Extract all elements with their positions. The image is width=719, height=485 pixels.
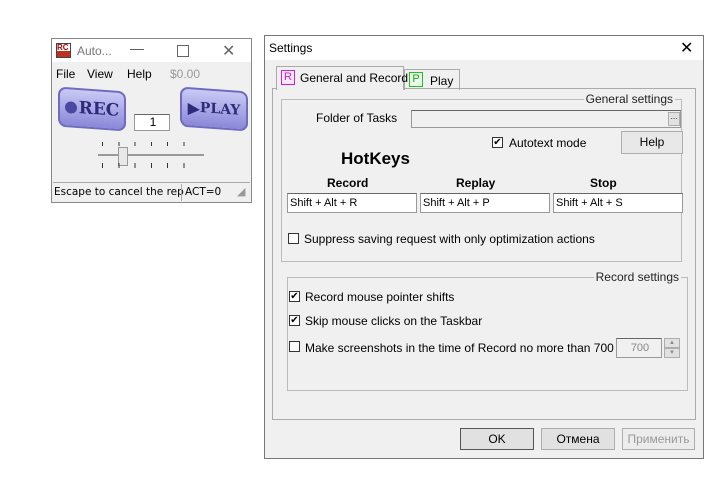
- cancel-button[interactable]: Отмена: [541, 428, 615, 450]
- hotkeys-heading: HotKeys: [341, 149, 410, 168]
- ok-button[interactable]: OK: [460, 428, 534, 450]
- suppress-label: Suppress saving request with only optimi…: [304, 232, 595, 246]
- rec-button[interactable]: REC: [58, 86, 126, 132]
- minimize-button[interactable]: —: [130, 40, 144, 56]
- dialog-title-bar: Settings ✕: [265, 36, 703, 60]
- maximize-button[interactable]: [177, 45, 189, 57]
- title-bar: RC Auto... — ✕: [52, 39, 251, 62]
- menu-view[interactable]: View: [87, 67, 113, 81]
- screenshots-checkbox[interactable]: [289, 341, 300, 352]
- folder-input[interactable]: [411, 110, 681, 128]
- app-icon: RC: [56, 43, 71, 58]
- status-bar: Escape to cancel the rep ACT=0 ◢: [53, 182, 250, 202]
- stop-hotkey-label: Stop: [590, 176, 617, 190]
- main-window: RC Auto... — ✕ File View Help $0.00 REC …: [51, 38, 252, 203]
- tab-play[interactable]: P Play: [404, 69, 460, 90]
- dialog-title: Settings: [269, 41, 313, 55]
- ms-input[interactable]: 700: [616, 338, 662, 358]
- record-hotkey-input[interactable]: Shift + Alt + R: [287, 193, 417, 213]
- autotext-label: Autotext mode: [509, 136, 587, 150]
- help-button[interactable]: Help: [621, 131, 683, 154]
- menu-file[interactable]: File: [56, 67, 75, 81]
- apply-button[interactable]: Применить: [622, 428, 695, 450]
- settings-dialog: Settings ✕ R General and Record P Play G…: [264, 35, 704, 459]
- autotext-checkbox[interactable]: ✔: [492, 137, 503, 148]
- stop-hotkey-input[interactable]: Shift + Alt + S: [553, 193, 683, 213]
- act-counter: ACT=0: [185, 186, 222, 198]
- balance: $0.00: [170, 67, 201, 81]
- browse-button[interactable]: ...: [668, 112, 680, 126]
- play-icon: ▶: [187, 97, 200, 118]
- skip-taskbar-clicks-checkbox[interactable]: ✔: [289, 315, 300, 326]
- record-hotkey-label: Record: [327, 176, 369, 190]
- replay-hotkey-label: Replay: [456, 176, 496, 190]
- menu-help[interactable]: Help: [127, 67, 152, 81]
- window-title: Auto...: [77, 44, 112, 58]
- record-dot-icon: [64, 101, 77, 114]
- replay-hotkey-input[interactable]: Shift + Alt + P: [420, 193, 550, 213]
- speed-slider[interactable]: [98, 139, 204, 169]
- slider-ticks: [102, 142, 200, 168]
- r-badge-icon: R: [281, 70, 295, 85]
- status-text: Escape to cancel the rep: [54, 186, 184, 198]
- general-settings-group: General settings Folder of Tasks ... ✔ A…: [281, 92, 683, 262]
- suppress-checkbox[interactable]: [288, 233, 299, 244]
- spin-up-button[interactable]: ▲: [664, 338, 680, 348]
- close-button[interactable]: ✕: [680, 38, 693, 58]
- folder-label: Folder of Tasks: [316, 111, 398, 125]
- resize-grip-icon[interactable]: ◢: [237, 185, 245, 198]
- record-settings-group: Record settings ✔ Record mouse pointer s…: [287, 270, 688, 391]
- tab-panel: General settings Folder of Tasks ... ✔ A…: [272, 88, 696, 420]
- close-button[interactable]: ✕: [222, 41, 235, 61]
- p-badge-icon: P: [409, 72, 423, 87]
- play-button[interactable]: ▶ PLAY: [180, 86, 248, 132]
- spin-down-button[interactable]: ▼: [664, 348, 680, 358]
- tab-general-and-record[interactable]: R General and Record: [276, 66, 408, 90]
- count-input[interactable]: 1: [134, 114, 170, 131]
- record-mouse-shifts-checkbox[interactable]: ✔: [289, 291, 300, 302]
